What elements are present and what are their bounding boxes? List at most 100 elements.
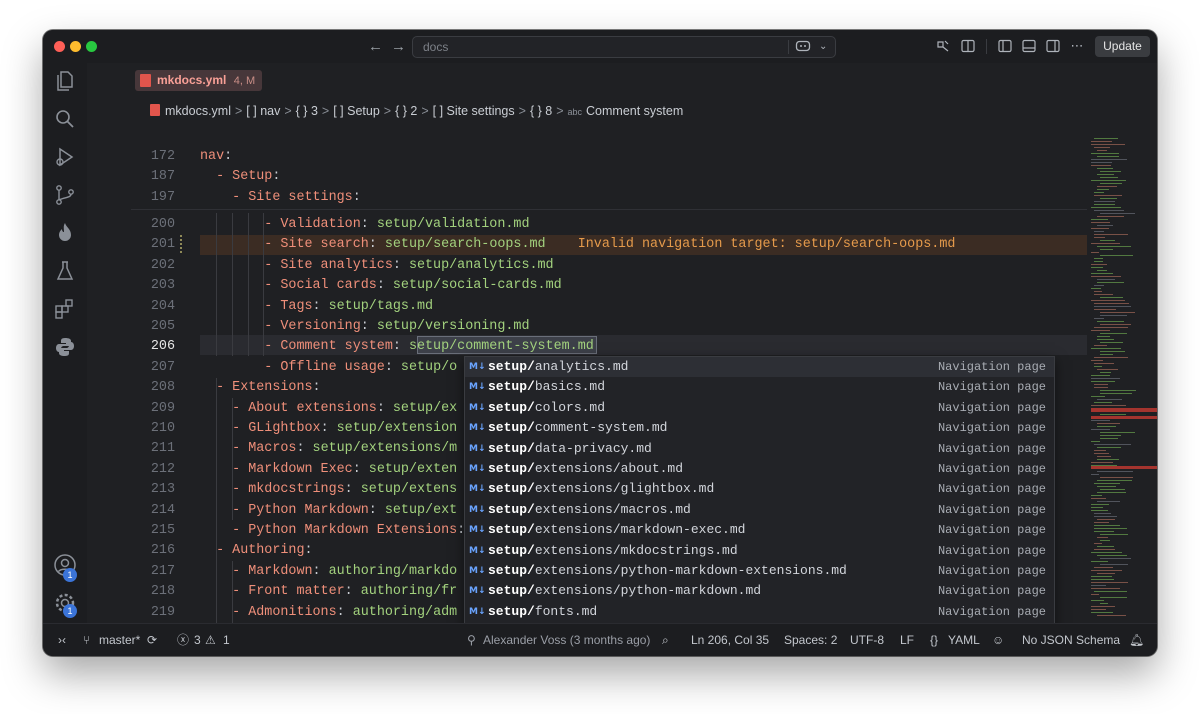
toggle-panel-icon[interactable] [961, 39, 975, 53]
copilot-status-icon[interactable]: ☺ [992, 633, 1004, 648]
extensions-icon[interactable] [53, 297, 77, 321]
code-line[interactable]: 200 - Validation: setup/validation.md [87, 215, 1087, 235]
code-editor[interactable]: 172 nav: 187 - Setup: 197 - Site settings: 2… [87, 63, 1087, 656]
minimap-line [1091, 585, 1106, 586]
source-control-icon[interactable] [53, 183, 77, 207]
remote-icon[interactable]: ›‹ [58, 633, 66, 648]
code-line[interactable]: 206 - Comment system: setup/comment-syst… [87, 337, 1087, 357]
minimap-line [1091, 228, 1109, 229]
python-icon[interactable] [53, 335, 77, 359]
toggle-primary-sidebar-icon[interactable] [998, 39, 1012, 53]
update-button[interactable]: Update [1095, 36, 1150, 57]
minimap-line [1097, 339, 1114, 340]
suggestion-label: setup/basics.md [488, 379, 606, 395]
yaml-key: Front matter [248, 584, 345, 600]
minimap-line [1091, 207, 1121, 208]
close-window-button[interactable] [54, 41, 65, 52]
error-count[interactable]: 3 [194, 633, 201, 648]
code-line[interactable]: 205 - Versioning: setup/versioning.md [87, 317, 1087, 337]
dash: - [264, 339, 281, 355]
suggestion-item[interactable]: M↓ setup/extensions/about.md Navigation pa… [465, 459, 1054, 479]
dash: - [264, 278, 281, 294]
activity-bar: 1 1 [43, 63, 87, 623]
json-schema[interactable]: No JSON Schema [1022, 633, 1120, 648]
copilot-icon[interactable] [795, 39, 811, 53]
git-blame[interactable]: Alexander Voss (3 months ago) [483, 633, 650, 648]
suggestion-label: setup/extensions/macros.md [488, 501, 691, 517]
command-center-search[interactable]: docs ⌄ [412, 36, 836, 58]
suggestion-item[interactable]: M↓ setup/basics.md Navigation page [465, 377, 1054, 397]
run-debug-icon[interactable] [53, 145, 77, 169]
code-line[interactable]: 202 - Site analytics: setup/analytics.md [87, 256, 1087, 276]
suggestion-item[interactable]: M↓ setup/data-privacy.md Navigation page [465, 439, 1054, 459]
markdown-icon: M↓ [469, 504, 486, 515]
warning-icon[interactable]: ⚠ [205, 633, 216, 648]
suggestion-detail: Navigation page [937, 604, 1046, 619]
sticky-line[interactable]: 187 - Setup: [87, 167, 1087, 187]
suggestion-item[interactable]: M↓ setup/analytics.md Navigation page [465, 357, 1054, 378]
branch-icon[interactable]: ⑂ [83, 633, 90, 648]
suggestion-item[interactable]: M↓ setup/extensions/mkdocstrings.md Naviga… [465, 541, 1054, 561]
error-icon[interactable]: ⓧ [177, 633, 189, 648]
line-text: - About extensions: setup/ex [200, 399, 457, 419]
agent-icon[interactable] [936, 39, 950, 53]
line-number: 206 [150, 339, 175, 355]
code-line[interactable]: 204 - Tags: setup/tags.md [87, 297, 1087, 317]
suggestion-item[interactable]: M↓ setup/extensions/glightbox.md Navigatio… [465, 479, 1054, 499]
suggestion-item[interactable]: M↓ setup/extensions/python-markdown-exten… [465, 561, 1054, 581]
yaml-value: setup/search-oops.md [384, 237, 546, 253]
minimap[interactable] [1087, 138, 1157, 618]
flame-icon[interactable] [53, 221, 77, 245]
sync-icon[interactable]: ⟳ [147, 633, 157, 648]
suggestion-item[interactable]: M↓ setup/extensions/macros.md Navigation p… [465, 500, 1054, 520]
minimap-line [1091, 609, 1106, 610]
suggestion-detail: Navigation page [937, 360, 1046, 374]
chevron-down-icon[interactable]: ⌄ [819, 37, 827, 57]
sticky-line[interactable]: 172 nav: [87, 147, 1087, 167]
toggle-secondary-sidebar-icon[interactable] [1046, 39, 1060, 53]
forward-arrow-icon[interactable]: → [391, 38, 406, 55]
colon: : [336, 604, 353, 620]
toggle-bottom-panel-icon[interactable] [1022, 39, 1036, 53]
indentation[interactable]: Spaces: 2 [784, 633, 837, 648]
language-mode[interactable]: YAML [948, 633, 980, 648]
line-ending[interactable]: LF [900, 633, 914, 648]
markdown-icon: M↓ [469, 545, 486, 556]
more-options-icon[interactable]: ⋯ [1070, 39, 1084, 53]
minimize-window-button[interactable] [70, 41, 81, 52]
back-arrow-icon[interactable]: ← [368, 38, 383, 55]
maximize-window-button[interactable] [86, 41, 97, 52]
suggestion-item[interactable]: M↓ setup/comment-system.md Navigation page [465, 418, 1054, 438]
minimap-line [1097, 537, 1108, 538]
search-icon[interactable] [53, 107, 77, 131]
minimap-line [1094, 345, 1107, 346]
suggestion-item[interactable]: M↓ setup/extensions/python-markdown.md Nav… [465, 581, 1054, 601]
minimap-line [1091, 288, 1101, 289]
colon: : [368, 502, 385, 518]
line-text: - Markdown Exec: setup/exten [200, 460, 457, 480]
minimap-line [1097, 150, 1107, 151]
beaker-icon[interactable] [53, 259, 77, 283]
branch-name[interactable]: master* [99, 633, 140, 648]
minimap-line [1100, 342, 1123, 343]
minimap-line [1094, 531, 1114, 532]
bell-icon[interactable]: 🔔︎ [1129, 633, 1144, 648]
suggestion-widget[interactable]: M↓ setup/analytics.md Navigation page M↓ set… [464, 356, 1055, 656]
files-icon[interactable] [53, 69, 77, 93]
code-line[interactable]: 203 - Social cards: setup/social-cards.m… [87, 276, 1087, 296]
yaml-key: About extensions [248, 400, 377, 416]
suggestion-item[interactable]: M↓ setup/extensions/markdown-exec.md Navig… [465, 520, 1054, 540]
minimap-line [1091, 141, 1112, 142]
minimap-line [1094, 543, 1102, 544]
warning-count[interactable]: 1 [223, 633, 230, 648]
code-line[interactable]: 201 - Site search: setup/search-oops.md … [87, 235, 1087, 255]
suggestion-detail: Navigation page [937, 543, 1046, 558]
encoding[interactable]: UTF-8 [850, 633, 884, 648]
minimap-line [1097, 459, 1119, 460]
suggestion-item[interactable]: M↓ setup/fonts.md Navigation page [465, 602, 1054, 622]
minimap-line [1100, 372, 1111, 373]
cursor-position[interactable]: Ln 206, Col 35 [691, 633, 769, 648]
suggestion-item[interactable]: M↓ setup/colors.md Navigation page [465, 398, 1054, 418]
zoom-icon[interactable]: ⌕ [662, 633, 669, 648]
sticky-line[interactable]: 197 - Site settings: [87, 188, 1087, 208]
